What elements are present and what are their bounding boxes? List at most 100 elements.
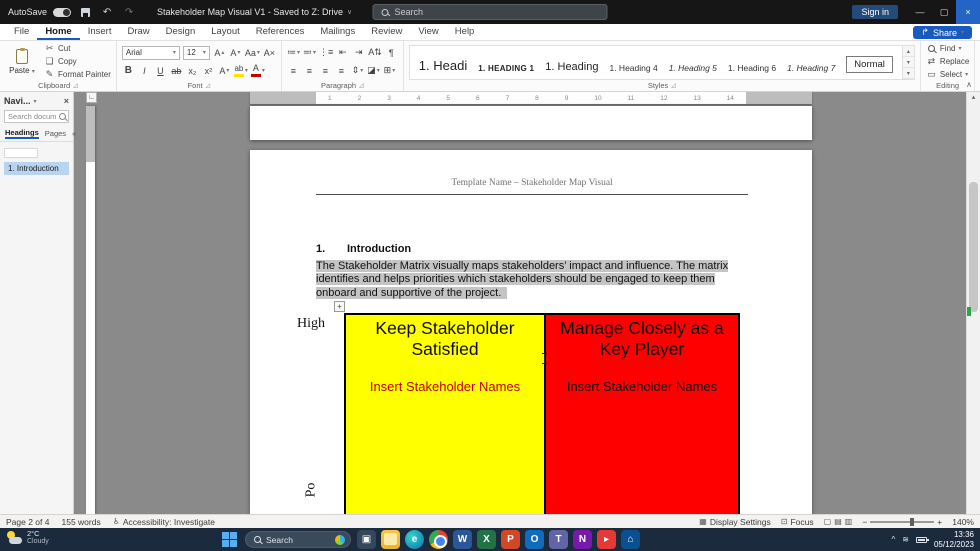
- redo-icon[interactable]: ↷: [121, 4, 137, 20]
- menu-tab-draw[interactable]: Draw: [119, 24, 157, 40]
- display-settings-button[interactable]: ▦ Display Settings: [699, 517, 771, 527]
- document-title[interactable]: Stakeholder Map Visual V1 - Saved to Z: …: [157, 7, 352, 17]
- maximize-button[interactable]: ▢: [932, 0, 956, 24]
- horizontal-ruler[interactable]: 1 2 3 4 5 6 7 8 9 10 11 12 13 14: [250, 92, 812, 104]
- autosave-toggle[interactable]: [53, 7, 72, 17]
- print-layout-button[interactable]: ▤: [834, 517, 842, 526]
- align-center-button[interactable]: ≡: [303, 64, 316, 78]
- accessibility-status[interactable]: ♿ Accessibility: Investigate: [113, 517, 215, 527]
- share-button[interactable]: ↱ Share ▾: [913, 26, 972, 39]
- numbering-button[interactable]: ≕ ▾: [303, 46, 316, 60]
- shading-button[interactable]: ◪ ▾: [367, 64, 380, 78]
- menu-tab-home[interactable]: Home: [37, 24, 80, 40]
- superscript-button[interactable]: x²: [202, 64, 215, 78]
- taskbar-app-outlook[interactable]: O: [525, 530, 544, 549]
- cut-button[interactable]: ✂ Cut: [44, 43, 111, 55]
- find-button[interactable]: Find ▾: [926, 43, 969, 55]
- taskbar-app-store[interactable]: ⌂: [621, 530, 640, 549]
- minimize-button[interactable]: —: [908, 0, 932, 24]
- clipboard-dialog-launcher[interactable]: ◿: [73, 82, 78, 89]
- format-painter-button[interactable]: ✎ Format Painter: [44, 68, 111, 80]
- styles-more-button[interactable]: ▾: [902, 68, 914, 79]
- tray-overflow-chevron[interactable]: ^: [891, 535, 895, 544]
- menu-tab-view[interactable]: View: [410, 24, 446, 40]
- scrollbar-thumb[interactable]: [969, 182, 978, 312]
- matrix-cell-keep-satisfied[interactable]: Keep Stakeholder Satisfied Insert Stakeh…: [344, 313, 546, 514]
- taskbar-app-file-explorer[interactable]: [381, 530, 400, 549]
- grow-font-button[interactable]: A ▴: [213, 46, 226, 60]
- replace-button[interactable]: ⇄ Replace: [926, 56, 970, 68]
- taskbar-search[interactable]: Search: [245, 531, 351, 548]
- sort-button[interactable]: A⇅: [368, 46, 382, 60]
- justify-button[interactable]: ≡: [335, 64, 348, 78]
- navpane-chevron-icon[interactable]: ▾: [34, 98, 37, 105]
- scroll-up-arrow[interactable]: ▴: [967, 93, 980, 101]
- style-1-heading-5[interactable]: 1. Heading 5: [669, 63, 717, 73]
- navpane-search-input[interactable]: Search docum: [4, 110, 69, 123]
- taskbar-app-edge[interactable]: e: [405, 530, 424, 549]
- style-1-heading-1[interactable]: 1. HEADING 1: [478, 64, 534, 73]
- align-right-button[interactable]: ≡: [319, 64, 332, 78]
- styles-dialog-launcher[interactable]: ◿: [671, 82, 676, 89]
- font-name-select[interactable]: Arial ▾: [121, 45, 180, 60]
- menu-tab-mailings[interactable]: Mailings: [312, 24, 363, 40]
- tab-stop-selector[interactable]: ∟: [86, 92, 97, 103]
- read-mode-button[interactable]: ▢: [824, 517, 832, 526]
- menu-tab-help[interactable]: Help: [447, 24, 483, 40]
- line-spacing-button[interactable]: ⇕ ▾: [351, 64, 364, 78]
- table-move-handle[interactable]: +: [334, 301, 345, 312]
- battery-icon[interactable]: [915, 536, 929, 543]
- weather-widget[interactable]: 2°C Cloudy: [6, 529, 49, 546]
- undo-icon[interactable]: ↶: [99, 4, 115, 20]
- taskbar-app-excel[interactable]: X: [477, 530, 496, 549]
- clock[interactable]: 13:36 05/12/2023: [934, 530, 974, 549]
- multilevel-list-button[interactable]: ⋮≡: [319, 46, 333, 60]
- copy-button[interactable]: ❏ Copy: [44, 56, 111, 68]
- decrease-indent-button[interactable]: ⇤: [336, 46, 349, 60]
- font-color-button[interactable]: A ▾: [250, 64, 265, 78]
- underline-button[interactable]: U: [154, 64, 167, 78]
- style-1-heading-6[interactable]: 1. Heading 6: [728, 63, 776, 73]
- collapse-ribbon-button[interactable]: ∧: [966, 80, 972, 89]
- focus-button[interactable]: ⊡ Focus: [781, 517, 814, 527]
- font-dialog-launcher[interactable]: ◿: [206, 82, 211, 89]
- page-1-bottom[interactable]: [250, 106, 812, 140]
- zoom-in-button[interactable]: +: [937, 517, 942, 527]
- titlebar-search[interactable]: Search: [372, 4, 608, 20]
- increase-indent-button[interactable]: ⇥: [352, 46, 365, 60]
- paste-button[interactable]: Paste ▾: [5, 43, 39, 80]
- zoom-slider[interactable]: [870, 517, 935, 526]
- styles-scroll-down[interactable]: ▾: [902, 57, 914, 68]
- taskbar-app-chrome[interactable]: [429, 530, 448, 549]
- menu-tab-layout[interactable]: Layout: [203, 24, 248, 40]
- style-1-headi[interactable]: 1. Headi: [419, 58, 467, 73]
- highlight-color-button[interactable]: ab ▾: [233, 64, 248, 78]
- taskbar-app-task-view[interactable]: ▣: [357, 530, 376, 549]
- show-marks-button[interactable]: ¶: [385, 46, 398, 60]
- page-2[interactable]: Template Name – Stakeholder Map Visual 1…: [250, 150, 812, 514]
- menu-tab-review[interactable]: Review: [363, 24, 410, 40]
- menu-tab-references[interactable]: References: [248, 24, 313, 40]
- start-button[interactable]: [222, 532, 237, 547]
- paragraph-dialog-launcher[interactable]: ◿: [359, 82, 364, 89]
- bold-button[interactable]: B: [122, 64, 135, 78]
- taskbar-app-onenote[interactable]: N: [573, 530, 592, 549]
- font-size-select[interactable]: 12 ▾: [182, 45, 210, 60]
- navpane-close-icon[interactable]: ×: [64, 96, 69, 106]
- vertical-ruler[interactable]: [86, 106, 95, 514]
- borders-button[interactable]: ⊞ ▾: [383, 64, 396, 78]
- taskbar-app-powerpoint[interactable]: P: [501, 530, 520, 549]
- taskbar-app-teams[interactable]: T: [549, 530, 568, 549]
- strikethrough-button[interactable]: ab: [170, 64, 183, 78]
- close-button[interactable]: ×: [956, 0, 980, 24]
- style-1-heading-7[interactable]: 1. Heading 7: [787, 63, 835, 73]
- navpane-tab-pages[interactable]: Pages: [45, 129, 66, 138]
- nav-heading-item-introduction[interactable]: 1. Introduction: [4, 162, 69, 175]
- network-icon[interactable]: ≋: [902, 535, 909, 544]
- vertical-scrollbar[interactable]: ▴: [966, 92, 980, 514]
- zoom-out-button[interactable]: −: [862, 517, 867, 527]
- clear-formatting-button[interactable]: A×: [263, 46, 276, 60]
- zoom-level[interactable]: 140%: [952, 517, 974, 527]
- styles-scroll-up[interactable]: ▴: [902, 46, 914, 57]
- zoom-slider-knob[interactable]: [910, 517, 915, 526]
